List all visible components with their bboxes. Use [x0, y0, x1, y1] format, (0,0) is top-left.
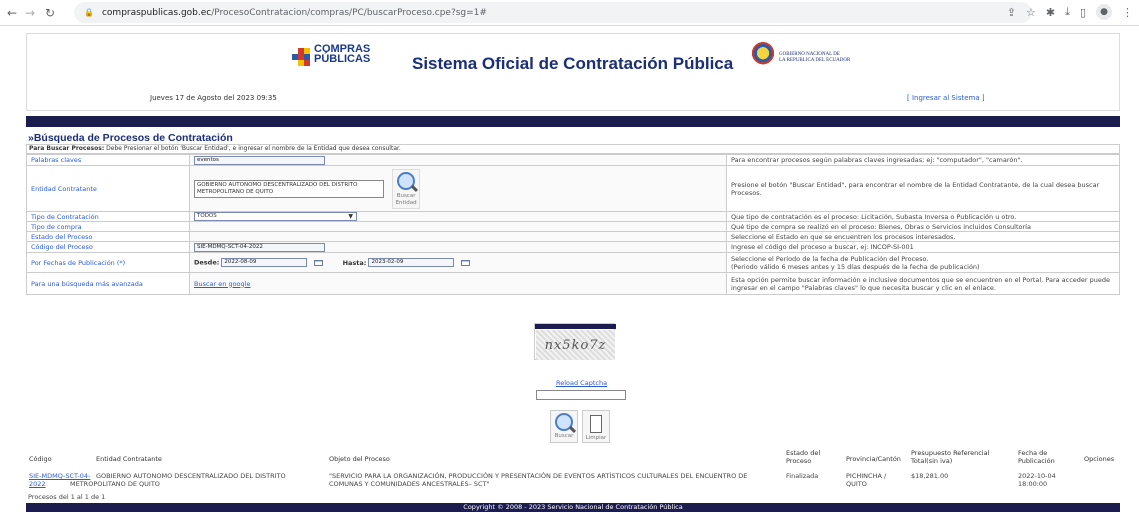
col-options: Opciones [1084, 455, 1115, 463]
coat-of-arms-icon [752, 42, 774, 70]
purchase-type-help: Qué tipo de compra se realizó en el proc… [726, 221, 1120, 232]
address-bar[interactable]: 🔒 compraspublicas.gob.ec/ProcesoContrata… [74, 2, 1032, 23]
purchase-type-field [189, 221, 727, 232]
process-code-help: Ingrese el código del proceso a buscar, … [726, 241, 1120, 253]
clear-button-label: Limpiar [585, 435, 607, 441]
contract-type-label: Tipo de Contratación [26, 211, 190, 222]
compras-publicas-logo: COMPRAS PÚBLICAS [290, 44, 370, 72]
from-date-input[interactable]: 2022-08-09 [221, 258, 308, 267]
col-budget: Presupuesto Referencial Total(sin iva) [911, 449, 990, 465]
col-object: Objeto del Proceso [329, 455, 390, 463]
lock-icon[interactable]: 🔒 [84, 8, 94, 17]
url-host: compraspublicas.gob.ec [101, 7, 212, 18]
col-status: Estado del Proceso [786, 449, 821, 465]
clear-button[interactable]: Limpiar [582, 410, 610, 443]
reload-icon[interactable]: ↻ [42, 5, 58, 21]
reload-captcha-link[interactable]: Reload Captcha [556, 379, 607, 387]
magnifier-icon [555, 413, 573, 431]
entity-label: Entidad Contratante [26, 165, 190, 212]
results-header: Código Entidad Contratante Objeto del Pr… [26, 449, 1120, 469]
status-label: Estado del Proceso [26, 231, 190, 242]
captcha-image: nx5ko7z [536, 330, 615, 360]
advanced-help: Esta opción permite buscar información e… [726, 272, 1120, 295]
chevron-down-icon: ▼ [348, 213, 353, 220]
status-field [189, 231, 727, 242]
forward-icon[interactable]: → [22, 5, 38, 21]
result-province: PICHINCHA / QUITO [846, 472, 887, 488]
keywords-label: Palabras claves [26, 154, 190, 166]
contract-type-help: Que tipo de contratación es el proceso: … [726, 211, 1120, 222]
col-entity: Entidad Contratante [96, 455, 162, 463]
calendar-icon[interactable] [313, 259, 323, 266]
magnifier-icon [397, 171, 416, 190]
instructions-bold: Para Buscar Procesos: [29, 145, 105, 152]
result-budget: $18,281.00 [911, 472, 949, 480]
document-icon [590, 415, 602, 433]
section-title: »Búsqueda de Procesos de Contratación [28, 132, 233, 144]
logo-blocks-icon [290, 48, 312, 68]
download-icon[interactable]: ⤓ [1065, 5, 1070, 19]
result-entity: GOBIERNO AUTONOMO DESCENTRALIZADO DEL DI… [70, 472, 286, 488]
gob-text-2: LA REPUBLICA DEL ECUADOR [779, 58, 851, 63]
url-path: /ProcesoContratacion/compras/PC/buscarPr… [211, 7, 487, 18]
purchase-type-label: Tipo de compra [26, 221, 190, 232]
menu-icon[interactable]: ⋮ [1122, 6, 1133, 19]
to-label: Hasta: [342, 258, 367, 267]
entity-help: Presione el botón "Buscar Entidad", para… [726, 165, 1120, 212]
results-count: Procesos del 1 al 1 de 1 [28, 493, 106, 501]
page-title: Sistema Oficial de Contratación Pública [412, 54, 734, 73]
contract-type-select[interactable]: TODOS ▼ [194, 212, 357, 221]
captcha-input[interactable] [536, 390, 626, 400]
calendar-icon[interactable] [460, 259, 470, 266]
process-code-label: Código del Proceso [26, 241, 190, 253]
login-link[interactable]: [ Ingresar al Sistema ] [907, 94, 985, 102]
result-object: "SERVICIO PARA LA ORGANIZACIÓN, PRODUCCI… [329, 472, 748, 488]
col-province: Provincia/Cantón [846, 455, 901, 463]
process-code-input[interactable]: SIE-MDMQ-SCT-04-2022 [194, 242, 325, 252]
result-status: Finalizada [786, 472, 819, 480]
result-date: 2022-10-04 18:00:00 [1018, 472, 1056, 488]
from-label: Desde: [194, 258, 220, 267]
share-icon[interactable]: ⇪ [1007, 6, 1016, 19]
page-header: COMPRAS PÚBLICAS Sistema Oficial de Cont… [26, 33, 1120, 111]
gobierno-logo: GOBIERNO NACIONAL DE LA REPUBLICA DEL EC… [752, 42, 892, 74]
table-row: SIE-MDMQ-SCT-04-2022 GOBIERNO AUTONOMO D… [26, 471, 1120, 491]
dates-help-2: (Periodo válido 6 meses antes y 15 días … [731, 262, 980, 271]
advanced-label: Para una búsqueda más avanzada [26, 272, 190, 295]
search-entity-label: Buscar Entidad [395, 192, 417, 206]
browser-toolbar: ← → ↻ 🔒 compraspublicas.gob.ec/ProcesoCo… [0, 0, 1139, 26]
nav-bar [26, 116, 1120, 127]
current-date: Jueves 17 de Agosto del 2023 09:35 [150, 94, 277, 102]
profile-avatar[interactable]: ● [1096, 4, 1112, 20]
search-form: Palabras claves eventos Para encontrar p… [26, 154, 1120, 295]
instructions: Para Buscar Procesos: Debe Presionar el … [26, 144, 1120, 154]
dates-label: Por Fechas de Publicación (*) [26, 252, 190, 273]
google-search-link[interactable]: Buscar en google [194, 280, 250, 288]
footer: Copyright © 2008 - 2023 Servicio Naciona… [26, 503, 1120, 512]
search-entity-button[interactable]: Buscar Entidad [392, 168, 421, 209]
search-button[interactable]: Buscar [550, 410, 578, 443]
back-icon[interactable]: ← [4, 5, 20, 21]
contract-type-value: TODOS [197, 213, 217, 219]
keywords-help: Para encontrar procesos según palabras c… [726, 154, 1120, 166]
extensions-icon[interactable]: ✱ [1046, 6, 1055, 19]
instructions-text: Debe Presionar el botón 'Buscar Entidad'… [104, 145, 401, 152]
to-date-input[interactable]: 2023-02-09 [368, 258, 455, 267]
keywords-input[interactable]: eventos [194, 155, 325, 165]
col-date: Fecha de Publicación [1018, 449, 1055, 465]
dates-help-1: Seleccione el Período de la fecha de Pub… [731, 254, 929, 263]
col-code: Código [29, 455, 52, 463]
logo-text: COMPRAS PÚBLICAS [314, 43, 371, 65]
star-icon[interactable]: ☆ [1026, 6, 1036, 19]
search-button-label: Buscar [554, 433, 574, 439]
entity-textarea[interactable]: GOBIERNO AUTONOMO DESCENTRALIZADO DEL DI… [194, 179, 384, 198]
sidepanel-icon[interactable]: ▯ [1080, 6, 1086, 19]
status-help: Seleccione el Estado en que se encuentre… [726, 231, 1120, 242]
page: COMPRAS PÚBLICAS Sistema Oficial de Cont… [26, 33, 1120, 512]
captcha-box: nx5ko7z [534, 323, 616, 360]
